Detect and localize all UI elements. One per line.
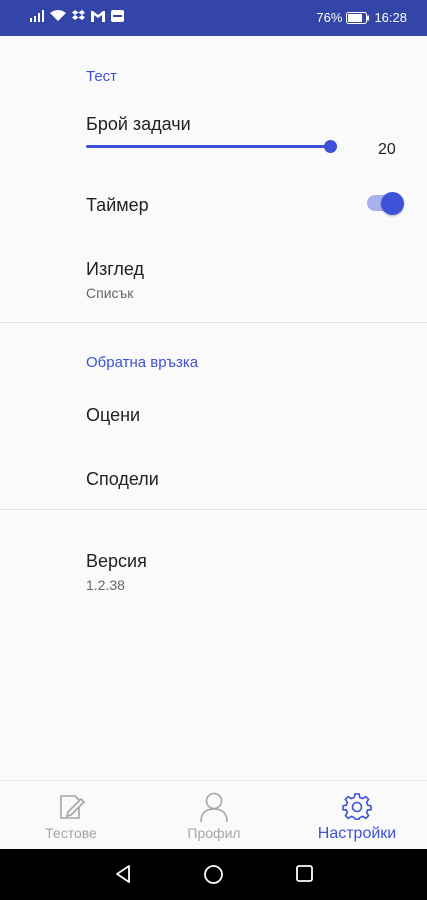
nav-profile-label: Профил (187, 825, 241, 841)
task-count-value: 20 (378, 141, 396, 158)
task-count-slider-track[interactable] (86, 145, 330, 148)
edit-document-icon (56, 791, 86, 823)
image-notification-icon (111, 10, 124, 22)
rate-button[interactable]: Оцени (86, 405, 140, 426)
nav-settings-label: Настройки (317, 825, 397, 842)
task-count-label: Брой задачи (86, 114, 191, 134)
dropbox-icon (72, 10, 85, 20)
status-notifications (30, 10, 124, 22)
view-label: Изглед (86, 259, 144, 279)
back-icon[interactable] (113, 864, 133, 884)
clock: 16:28 (374, 10, 407, 25)
divider (0, 322, 427, 323)
section-header-feedback: Обратна връзка (86, 354, 199, 371)
bottom-navigation: Тестове Профил Настройки (0, 780, 427, 849)
section-header-test: Тест (86, 68, 118, 85)
home-icon[interactable] (203, 864, 224, 885)
gear-icon (342, 791, 372, 823)
system-navigation-bar (0, 849, 427, 900)
nav-tests-label: Тестове (45, 825, 97, 841)
share-button[interactable]: Сподели (86, 469, 159, 490)
nav-tests[interactable]: Тестове (30, 781, 112, 850)
nav-profile[interactable]: Профил (172, 781, 256, 850)
task-count-slider-thumb[interactable] (324, 140, 337, 153)
wifi-icon (50, 10, 66, 21)
battery-percent: 76% (316, 10, 343, 25)
signal-icon (30, 10, 44, 22)
nav-settings[interactable]: Настройки (310, 781, 404, 850)
status-system: 76% 16:28 (316, 10, 407, 25)
gmail-icon (91, 10, 105, 22)
version-value: 1.2.38 (86, 577, 125, 593)
timer-toggle-thumb[interactable] (381, 192, 404, 215)
recents-icon[interactable] (295, 864, 314, 883)
divider (0, 509, 427, 510)
status-bar: 76% 16:28 (0, 0, 427, 36)
view-value: Списък (86, 285, 134, 301)
battery-icon (346, 11, 370, 24)
timer-label: Таймер (86, 195, 149, 215)
version-label: Версия (86, 551, 147, 571)
person-icon (199, 791, 229, 823)
